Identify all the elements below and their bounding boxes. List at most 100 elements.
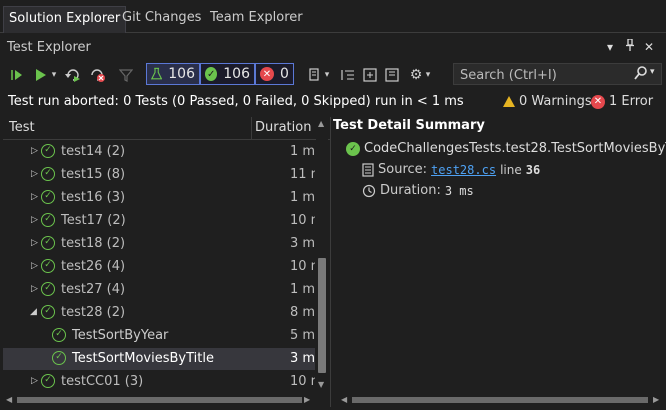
scrollbar-thumb[interactable] (17, 397, 302, 403)
pane-title: Test Explorer (7, 40, 91, 55)
run-icon[interactable] (32, 65, 48, 85)
source-file-link[interactable]: test28.cs (431, 163, 496, 177)
test-list-header: Test Duration (3, 117, 330, 140)
test-duration: 10 m (290, 259, 315, 274)
total-tests-counter[interactable]: 106 (146, 63, 200, 85)
expand-arrow-icon[interactable]: ▷ (31, 284, 41, 294)
detail-test-name: CodeChallengesTests.test28.TestSortMovie… (364, 141, 666, 156)
chevron-down-icon[interactable]: ▾ (49, 65, 59, 85)
test-duration: 11 m (290, 167, 315, 182)
scrollbar-thumb[interactable] (352, 397, 648, 403)
check-circle-icon: ✓ (41, 259, 55, 273)
scroll-left-arrow-icon[interactable]: ◀ (6, 395, 12, 404)
expand-arrow-icon[interactable]: ▷ (31, 238, 41, 248)
chevron-down-icon[interactable]: ▾ (650, 67, 655, 77)
errors-count: 1 Error (609, 94, 654, 109)
test-duration: 1 m (290, 144, 315, 159)
tool-window-tabs: Solution Explorer Git Changes Team Explo… (0, 6, 666, 33)
test-case-row-selected[interactable]: ✓ TestSortMoviesByTitle 3 m (3, 348, 315, 370)
close-icon[interactable]: ✕ (641, 39, 657, 55)
filter-icon[interactable] (118, 65, 134, 85)
search-icon[interactable] (634, 65, 648, 85)
warnings-indicator[interactable]: 0 Warnings (503, 94, 592, 109)
test-name: TestSortByYear (72, 328, 169, 343)
rerun-icon[interactable] (64, 65, 82, 85)
playlist-icon[interactable] (306, 65, 324, 85)
test-name: TestSortMoviesByTitle (72, 351, 214, 366)
chevron-down-icon[interactable]: ▾ (323, 65, 331, 85)
scroll-right-arrow-icon[interactable]: ▶ (653, 395, 659, 404)
test-group-row[interactable]: ▷ ✓ test16 (3) 1 m (3, 187, 315, 209)
test-name: test26 (4) (61, 259, 126, 274)
scroll-up-arrow-icon[interactable]: ▲ (318, 119, 324, 128)
expand-all-icon[interactable] (362, 65, 378, 85)
column-header-duration[interactable]: Duration (255, 120, 311, 135)
scroll-down-arrow-icon[interactable]: ▼ (318, 380, 324, 389)
gear-icon[interactable]: ⚙ (407, 65, 425, 85)
search-box[interactable]: ▾ (453, 63, 662, 85)
flask-icon (151, 67, 163, 80)
expand-arrow-icon[interactable]: ▷ (31, 169, 41, 179)
detail-duration-row: Duration: 3 ms (362, 183, 474, 198)
chevron-down-icon[interactable]: ▾ (602, 39, 618, 55)
expand-arrow-icon[interactable]: ▷ (31, 192, 41, 202)
horizontal-scrollbar[interactable]: ◀ ▶ (5, 394, 314, 406)
expand-arrow-icon[interactable]: ▷ (31, 376, 41, 386)
test-name: test18 (2) (61, 236, 126, 251)
scroll-right-arrow-icon[interactable]: ▶ (304, 395, 310, 404)
horizontal-scrollbar[interactable]: ◀ ▶ (340, 394, 660, 406)
scroll-left-arrow-icon[interactable]: ◀ (341, 395, 347, 404)
file-icon (362, 162, 374, 177)
pin-icon[interactable] (622, 38, 638, 55)
test-name: test14 (2) (61, 144, 126, 159)
search-input[interactable] (458, 65, 632, 85)
run-status-message: Test run aborted: 0 Tests (0 Passed, 0 F… (8, 94, 464, 109)
collapse-arrow-icon[interactable]: ◢ (30, 307, 40, 317)
column-separator[interactable] (251, 117, 252, 139)
passed-tests-counter[interactable]: ✓ 106 (200, 63, 255, 85)
check-circle-icon: ✓ (41, 374, 55, 388)
expand-arrow-icon[interactable]: ▷ (31, 261, 41, 271)
check-circle-icon: ✓ (41, 167, 55, 181)
test-group-row[interactable]: ▷ ✓ test27 (4) 1 m (3, 279, 315, 301)
check-circle-icon: ✓ (346, 142, 360, 156)
vertical-scrollbar[interactable]: ▲ ▼ (316, 117, 328, 392)
check-circle-icon: ✓ (52, 328, 66, 342)
test-duration: 1 m (290, 190, 315, 205)
test-case-row[interactable]: ✓ TestSortByYear 5 m (3, 325, 315, 347)
warning-icon (503, 96, 515, 107)
test-group-row[interactable]: ▷ ✓ Test17 (2) 10 m (3, 210, 315, 232)
check-circle-icon: ✓ (41, 236, 55, 250)
expand-arrow-icon[interactable]: ▷ (31, 215, 41, 225)
test-duration: 1 m (290, 282, 315, 297)
errors-indicator[interactable]: ✕ 1 Error (591, 94, 653, 109)
test-group-row[interactable]: ▷ ✓ test18 (2) 3 m (3, 233, 315, 255)
detail-title: Test Detail Summary (333, 118, 485, 133)
scrollbar-thumb[interactable] (318, 258, 326, 373)
test-group-row[interactable]: ◢ ✓ test28 (2) 8 m (3, 302, 315, 324)
cancel-run-icon[interactable] (88, 65, 106, 85)
pane-header: Test Explorer ▾ ✕ (0, 36, 666, 60)
test-group-row[interactable]: ▷ ✓ testCC01 (3) 10 m (3, 371, 315, 393)
test-duration: 3 m (290, 351, 315, 366)
test-group-row[interactable]: ▷ ✓ test26 (4) 10 m (3, 256, 315, 278)
source-line-label: line (500, 162, 522, 177)
check-circle-icon: ✓ (41, 305, 55, 319)
test-group-row[interactable]: ▷ ✓ test15 (8) 11 m (3, 164, 315, 186)
tab-solution-explorer[interactable]: Solution Explorer (3, 6, 127, 33)
tab-team-explorer[interactable]: Team Explorer (205, 6, 308, 32)
passed-tests-count: 106 (223, 66, 250, 82)
failed-tests-counter[interactable]: ✕ 0 (255, 63, 294, 85)
test-name: test16 (3) (61, 190, 126, 205)
column-header-test[interactable]: Test (9, 120, 35, 135)
chevron-down-icon[interactable]: ▾ (424, 65, 432, 85)
group-by-icon[interactable] (340, 65, 356, 85)
collapse-all-icon[interactable] (384, 65, 400, 85)
test-duration: 10 m (290, 374, 315, 389)
check-circle-icon: ✓ (41, 213, 55, 227)
test-group-row[interactable]: ▷ ✓ test14 (2) 1 m (3, 141, 315, 163)
expand-arrow-icon[interactable]: ▷ (31, 146, 41, 156)
tab-git-changes[interactable]: Git Changes (117, 6, 206, 32)
run-all-icon[interactable] (8, 65, 26, 85)
error-circle-icon: ✕ (260, 67, 274, 81)
